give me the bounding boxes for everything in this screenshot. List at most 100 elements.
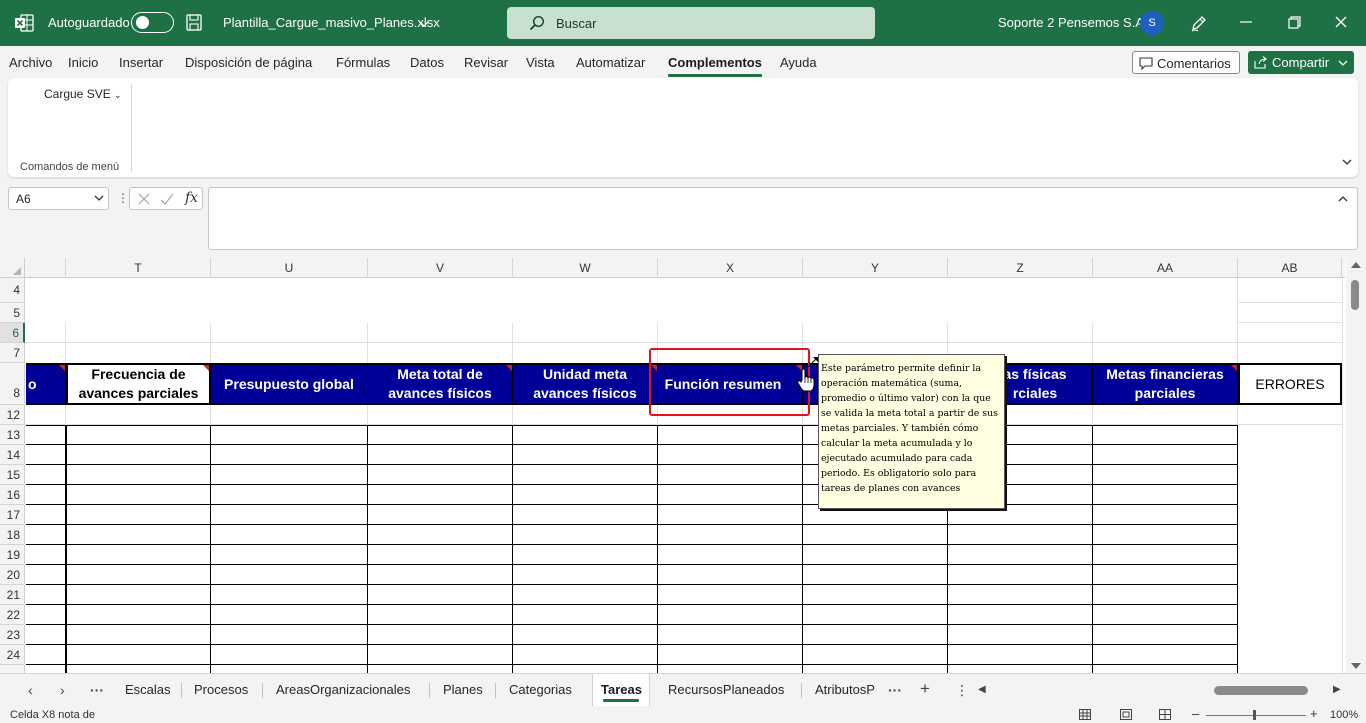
data-cell[interactable] (66, 585, 211, 605)
menu-vista[interactable]: Vista (526, 55, 555, 70)
row-header-25[interactable] (0, 665, 25, 673)
data-cell[interactable] (948, 665, 1093, 673)
column-header-z[interactable]: Z (948, 258, 1093, 278)
header-cell-aa[interactable]: Metas financieras parciales (1093, 363, 1238, 405)
data-cell[interactable] (26, 545, 66, 565)
data-cell[interactable] (66, 425, 211, 445)
data-cell[interactable] (948, 625, 1093, 645)
page-layout-icon[interactable] (1120, 709, 1132, 720)
column-header-y[interactable]: Y (803, 258, 948, 278)
data-cell[interactable] (658, 605, 803, 625)
column-header-s[interactable] (26, 258, 66, 278)
column-header-ab[interactable]: AB (1238, 258, 1342, 278)
data-cell[interactable] (948, 585, 1093, 605)
data-cell[interactable] (211, 505, 368, 525)
data-cell[interactable] (368, 445, 513, 465)
menu-formulas[interactable]: Fórmulas (336, 55, 390, 70)
data-cell[interactable] (803, 665, 948, 673)
column-header-aa[interactable]: AA (1093, 258, 1238, 278)
data-cell[interactable] (368, 525, 513, 545)
row-header-5[interactable]: 5 (0, 303, 25, 323)
data-cell[interactable] (211, 625, 368, 645)
menu-inicio[interactable]: Inicio (68, 55, 98, 70)
data-cell[interactable] (368, 645, 513, 665)
zoom-level[interactable]: 100% (1330, 709, 1358, 721)
row-header-24[interactable]: 24 (0, 645, 25, 665)
scroll-right-icon[interactable]: ▶ (1333, 684, 1341, 695)
column-header-u[interactable]: U (211, 258, 368, 278)
data-cell[interactable] (513, 485, 658, 505)
data-cell[interactable] (1093, 485, 1238, 505)
data-cell[interactable] (211, 605, 368, 625)
data-cell[interactable] (1093, 585, 1238, 605)
menu-datos[interactable]: Datos (410, 55, 444, 70)
scroll-thumb[interactable] (1351, 280, 1359, 310)
data-cell[interactable] (513, 465, 658, 485)
normal-view-icon[interactable] (1079, 709, 1091, 720)
data-cell[interactable] (948, 565, 1093, 585)
data-cell[interactable] (26, 445, 66, 465)
data-cell[interactable] (26, 605, 66, 625)
chevron-down-icon[interactable] (94, 193, 104, 203)
data-cell[interactable] (803, 525, 948, 545)
more-sheets-icon[interactable]: ··· (888, 682, 902, 698)
header-cell-u[interactable]: Presupuesto global (211, 363, 368, 405)
data-cell[interactable] (1093, 445, 1238, 465)
scroll-up-icon[interactable] (1351, 262, 1361, 268)
row-header-22[interactable]: 22 (0, 605, 25, 625)
check-icon[interactable] (160, 192, 174, 206)
data-cell[interactable] (368, 565, 513, 585)
data-cell[interactable] (368, 505, 513, 525)
data-cell[interactable] (658, 625, 803, 645)
data-cell[interactable] (513, 445, 658, 465)
data-cell[interactable] (26, 485, 66, 505)
row-header-13[interactable]: 13 (0, 425, 25, 445)
data-cell[interactable] (1093, 625, 1238, 645)
row-header-18[interactable]: 18 (0, 525, 25, 545)
row-header-12[interactable]: 12 (0, 405, 25, 425)
data-cell[interactable] (513, 545, 658, 565)
pen-icon[interactable] (1189, 13, 1209, 33)
vertical-scrollbar[interactable] (1346, 258, 1366, 673)
data-cell[interactable] (211, 585, 368, 605)
header-cell-ab[interactable]: ERRORES (1238, 363, 1342, 405)
data-cell[interactable] (66, 665, 211, 673)
add-sheet-icon[interactable]: + (920, 679, 930, 699)
cancel-icon[interactable] (137, 192, 151, 206)
data-cell[interactable] (66, 445, 211, 465)
data-cell[interactable] (803, 625, 948, 645)
data-cell[interactable] (513, 605, 658, 625)
data-cell[interactable] (658, 505, 803, 525)
data-cell[interactable] (26, 465, 66, 485)
row-header-6[interactable]: 6 (0, 323, 25, 343)
row-header-20[interactable]: 20 (0, 565, 25, 585)
data-cell[interactable] (1093, 505, 1238, 525)
menu-revisar[interactable]: Revisar (464, 55, 508, 70)
menu-complementos[interactable]: Complementos (668, 55, 762, 77)
row-header-21[interactable]: 21 (0, 585, 25, 605)
data-cell[interactable] (211, 545, 368, 565)
data-cell[interactable] (211, 665, 368, 673)
sheet-tab-recursos[interactable]: RecursosPlaneados (668, 682, 784, 697)
share-button[interactable]: Compartir (1248, 51, 1354, 74)
data-cell[interactable] (211, 465, 368, 485)
row-header-7[interactable]: 7 (0, 343, 25, 363)
data-cell[interactable] (658, 665, 803, 673)
chevron-up-icon[interactable] (1337, 193, 1349, 205)
data-cell[interactable] (658, 645, 803, 665)
data-cell[interactable] (513, 425, 658, 445)
chevron-left-icon[interactable]: ‹ (28, 682, 33, 698)
row-header-8[interactable]: 8 (0, 363, 25, 405)
chevron-down-icon[interactable] (1338, 58, 1348, 68)
data-cell[interactable] (658, 525, 803, 545)
select-all-corner[interactable] (0, 258, 25, 278)
column-header-v[interactable]: V (368, 258, 513, 278)
data-cell[interactable] (66, 545, 211, 565)
sheet-tab-tareas[interactable]: Tareas (601, 682, 642, 697)
data-cell[interactable] (513, 645, 658, 665)
zoom-slider-knob[interactable] (1253, 710, 1256, 720)
sheet-tab-areas[interactable]: AreasOrganizacionales (276, 682, 410, 697)
zoom-slider[interactable] (1206, 715, 1306, 716)
data-cell[interactable] (658, 585, 803, 605)
data-cell[interactable] (948, 645, 1093, 665)
